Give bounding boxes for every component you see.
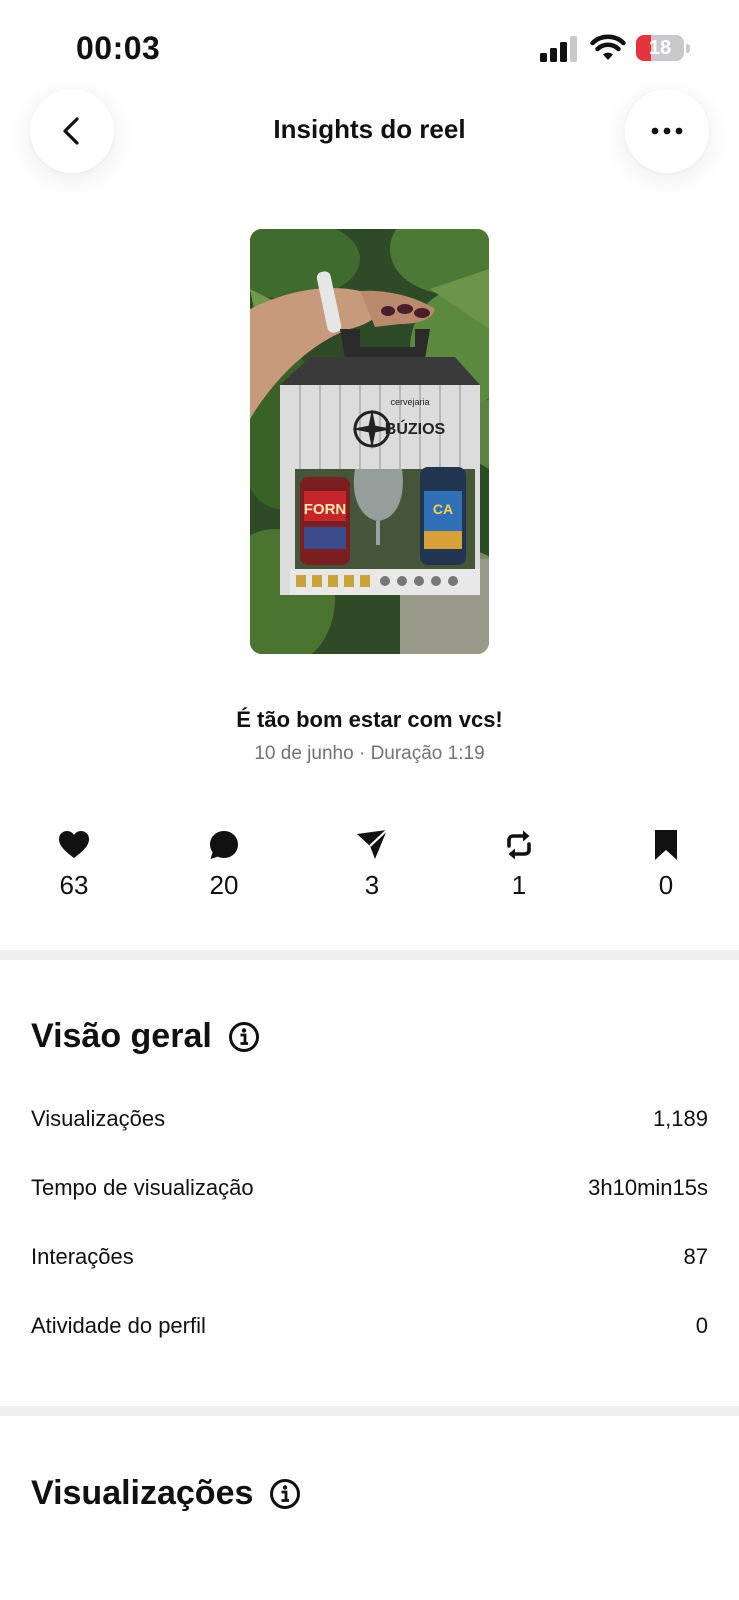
info-icon[interactable] bbox=[269, 1478, 301, 1510]
status-time: 00:03 bbox=[76, 30, 161, 66]
chevron-left-icon bbox=[63, 117, 79, 145]
row-value: 3h10min15s bbox=[588, 1175, 708, 1200]
share-icon bbox=[357, 829, 388, 859]
wifi-icon bbox=[590, 34, 626, 60]
reel-meta: 10 de junho · Duração 1:19 bbox=[40, 743, 699, 765]
thumbnail-bottle-right-label: CA bbox=[433, 501, 453, 517]
reposts-count: 1 bbox=[511, 870, 527, 900]
thumbnail-brand-small: cervejaria bbox=[390, 397, 429, 407]
overview-row-profile-activity[interactable]: Atividade do perfil 0 bbox=[31, 1309, 708, 1343]
row-value: 87 bbox=[683, 1244, 708, 1269]
ellipsis-icon bbox=[651, 127, 683, 135]
reel-thumbnail-image: cervejaria BÚZIOS FORN CA bbox=[250, 229, 489, 654]
meta-separator: · bbox=[358, 743, 366, 764]
reel-duration: Duração 1:19 bbox=[370, 743, 485, 764]
battery-indicator: 18 bbox=[636, 35, 690, 61]
battery-nub bbox=[686, 44, 690, 53]
overview-row-views[interactable]: Visualizações 1,189 bbox=[31, 1102, 708, 1136]
cellular-signal-icon bbox=[540, 36, 577, 62]
comment-icon bbox=[210, 831, 238, 859]
thumbnail-bottle-left-label: FORN bbox=[304, 501, 347, 518]
overview-section-header: Visão geral bbox=[31, 1017, 260, 1056]
heart-icon bbox=[59, 831, 89, 858]
likes-count: 63 bbox=[59, 870, 89, 900]
section-divider bbox=[0, 1406, 739, 1416]
reel-date: 10 de junho bbox=[254, 743, 354, 764]
shares-count: 3 bbox=[364, 870, 380, 900]
overview-row-interactions[interactable]: Interações 87 bbox=[31, 1240, 708, 1274]
row-label: Interações bbox=[31, 1244, 134, 1269]
reel-thumbnail[interactable]: cervejaria BÚZIOS FORN CA bbox=[250, 229, 489, 654]
views-section-header: Visualizações bbox=[31, 1474, 301, 1513]
views-section-title: Visualizações bbox=[31, 1474, 254, 1512]
info-icon[interactable] bbox=[228, 1021, 260, 1053]
reel-caption: É tão bom estar com vcs! bbox=[236, 707, 503, 732]
battery-icon: 18 bbox=[636, 35, 684, 61]
thumbnail-brand-large: BÚZIOS bbox=[385, 419, 446, 438]
comments-count: 20 bbox=[209, 870, 239, 900]
status-bar: 00:03 18 bbox=[0, 0, 739, 90]
page-title: Insights do reel bbox=[273, 114, 466, 144]
more-options-button[interactable] bbox=[625, 89, 709, 173]
overview-title: Visão geral bbox=[31, 1017, 212, 1055]
row-value: 1,189 bbox=[652, 1106, 708, 1131]
row-value: 0 bbox=[695, 1313, 708, 1338]
battery-percentage: 18 bbox=[648, 37, 672, 59]
reposts-stat: 1 bbox=[469, 828, 569, 901]
overview-row-watch-time[interactable]: Tempo de visualização 3h10min15s bbox=[31, 1171, 708, 1205]
saves-stat: 0 bbox=[616, 828, 716, 901]
row-label: Atividade do perfil bbox=[31, 1313, 206, 1338]
row-label: Visualizações bbox=[31, 1106, 166, 1131]
comments-stat: 20 bbox=[174, 828, 274, 901]
saves-count: 0 bbox=[658, 870, 674, 900]
back-button[interactable] bbox=[30, 89, 114, 173]
row-label: Tempo de visualização bbox=[31, 1175, 254, 1200]
bookmark-icon bbox=[655, 830, 677, 860]
likes-stat: 63 bbox=[24, 828, 124, 901]
section-divider bbox=[0, 950, 739, 960]
repost-icon bbox=[507, 830, 531, 860]
shares-stat: 3 bbox=[322, 828, 422, 901]
